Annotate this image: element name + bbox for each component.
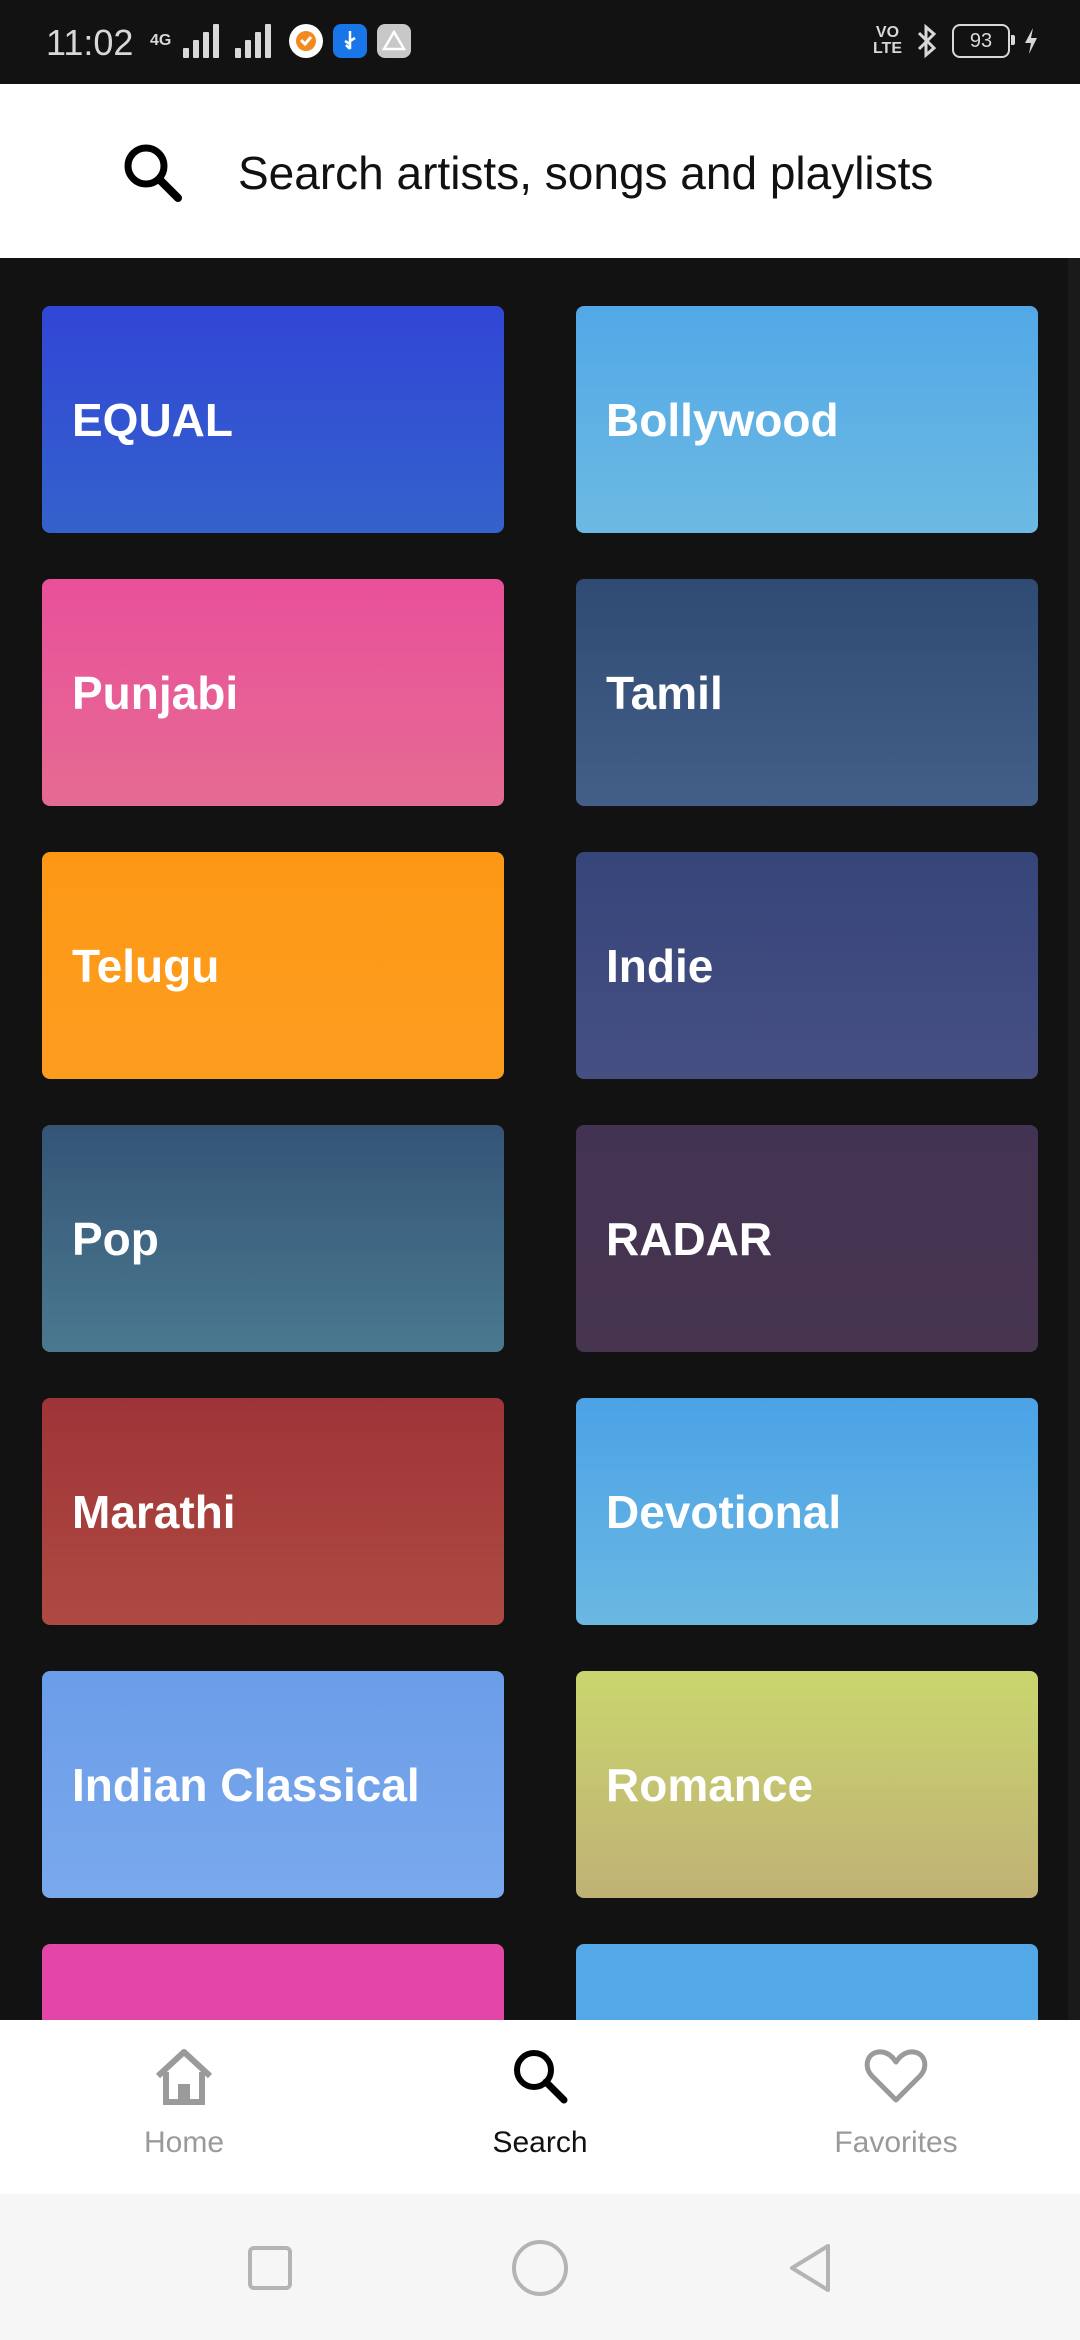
drive-icon [377, 24, 412, 58]
charging-icon [1025, 28, 1037, 54]
home-circle-icon[interactable] [510, 2238, 570, 2298]
back-icon[interactable] [780, 2238, 840, 2298]
search-icon[interactable] [118, 138, 188, 208]
category-tile[interactable]: Tamil [576, 579, 1038, 806]
nav-home[interactable]: Home [4, 2020, 364, 2194]
category-label: Marathi [72, 1485, 236, 1538]
search-icon [514, 2050, 568, 2104]
category-tile[interactable]: Indie [576, 852, 1038, 1079]
recents-icon[interactable] [240, 2238, 300, 2298]
home-icon [155, 2049, 213, 2105]
bluetooth-icon [917, 23, 937, 59]
scrollbar[interactable] [1068, 258, 1080, 2020]
nav-label-search: Search [492, 2126, 588, 2159]
nav-favorites[interactable]: Favorites [716, 2020, 1076, 2194]
category-label: Bollywood [606, 393, 839, 446]
network-type: 4G [150, 32, 172, 49]
category-label: Tamil [606, 666, 723, 719]
category-tile[interactable]: Devotional [576, 1398, 1038, 1625]
category-label: Indie [606, 939, 714, 992]
battery-icon: 93 [952, 24, 1015, 58]
category-grid: EQUAL Bollywood Punjabi Tamil Telugu Ind… [0, 258, 1080, 2020]
status-right-icons: VO LTE 93 [873, 22, 1040, 60]
category-tile[interactable]: RADAR [576, 1125, 1038, 1352]
status-left-icons: 4G [150, 24, 412, 58]
signal-icon-2 [235, 24, 272, 58]
heart-icon [864, 2049, 928, 2103]
category-label: EQUAL [72, 393, 233, 446]
category-tile[interactable]: Telugu [42, 852, 504, 1079]
system-navigation-bar [0, 2194, 1080, 2340]
category-tile[interactable]: Bollywood [576, 306, 1038, 533]
nav-label-home: Home [143, 2126, 225, 2159]
category-label: RADAR [606, 1212, 773, 1265]
bottom-navigation: Home Search Favorites [0, 2020, 1080, 2194]
category-label: Telugu [72, 939, 220, 992]
app-notification-icon [289, 24, 324, 58]
category-label: Punjabi [72, 666, 239, 719]
category-tile[interactable]: Marathi [42, 1398, 504, 1625]
status-bar: 11:02 4G VO LTE 93 [0, 0, 1080, 84]
category-label: Devotional [606, 1485, 842, 1538]
volte-indicator: VO LTE [872, 24, 902, 57]
category-tile[interactable]: EQUAL [42, 306, 504, 533]
signal-icon [183, 24, 220, 58]
status-time: 11:02 [46, 22, 134, 63]
category-label: Pop [72, 1212, 159, 1265]
category-tile[interactable]: Punjabi [42, 579, 504, 806]
category-tile[interactable]: Romance [576, 1671, 1038, 1898]
nav-search[interactable]: Search [360, 2020, 720, 2194]
search-bar[interactable]: Search artists, songs and playlists [0, 84, 1080, 258]
search-input[interactable]: Search artists, songs and playlists [238, 146, 933, 200]
category-label: Romance [606, 1758, 814, 1811]
usb-icon [333, 24, 368, 58]
category-tile[interactable] [576, 1944, 1038, 2020]
category-tile[interactable]: Indian Classical [42, 1671, 504, 1898]
category-tile[interactable] [42, 1944, 504, 2020]
category-tile[interactable]: Pop [42, 1125, 504, 1352]
nav-label-favorites: Favorites [834, 2126, 958, 2159]
category-label: Indian Classical [72, 1758, 420, 1811]
